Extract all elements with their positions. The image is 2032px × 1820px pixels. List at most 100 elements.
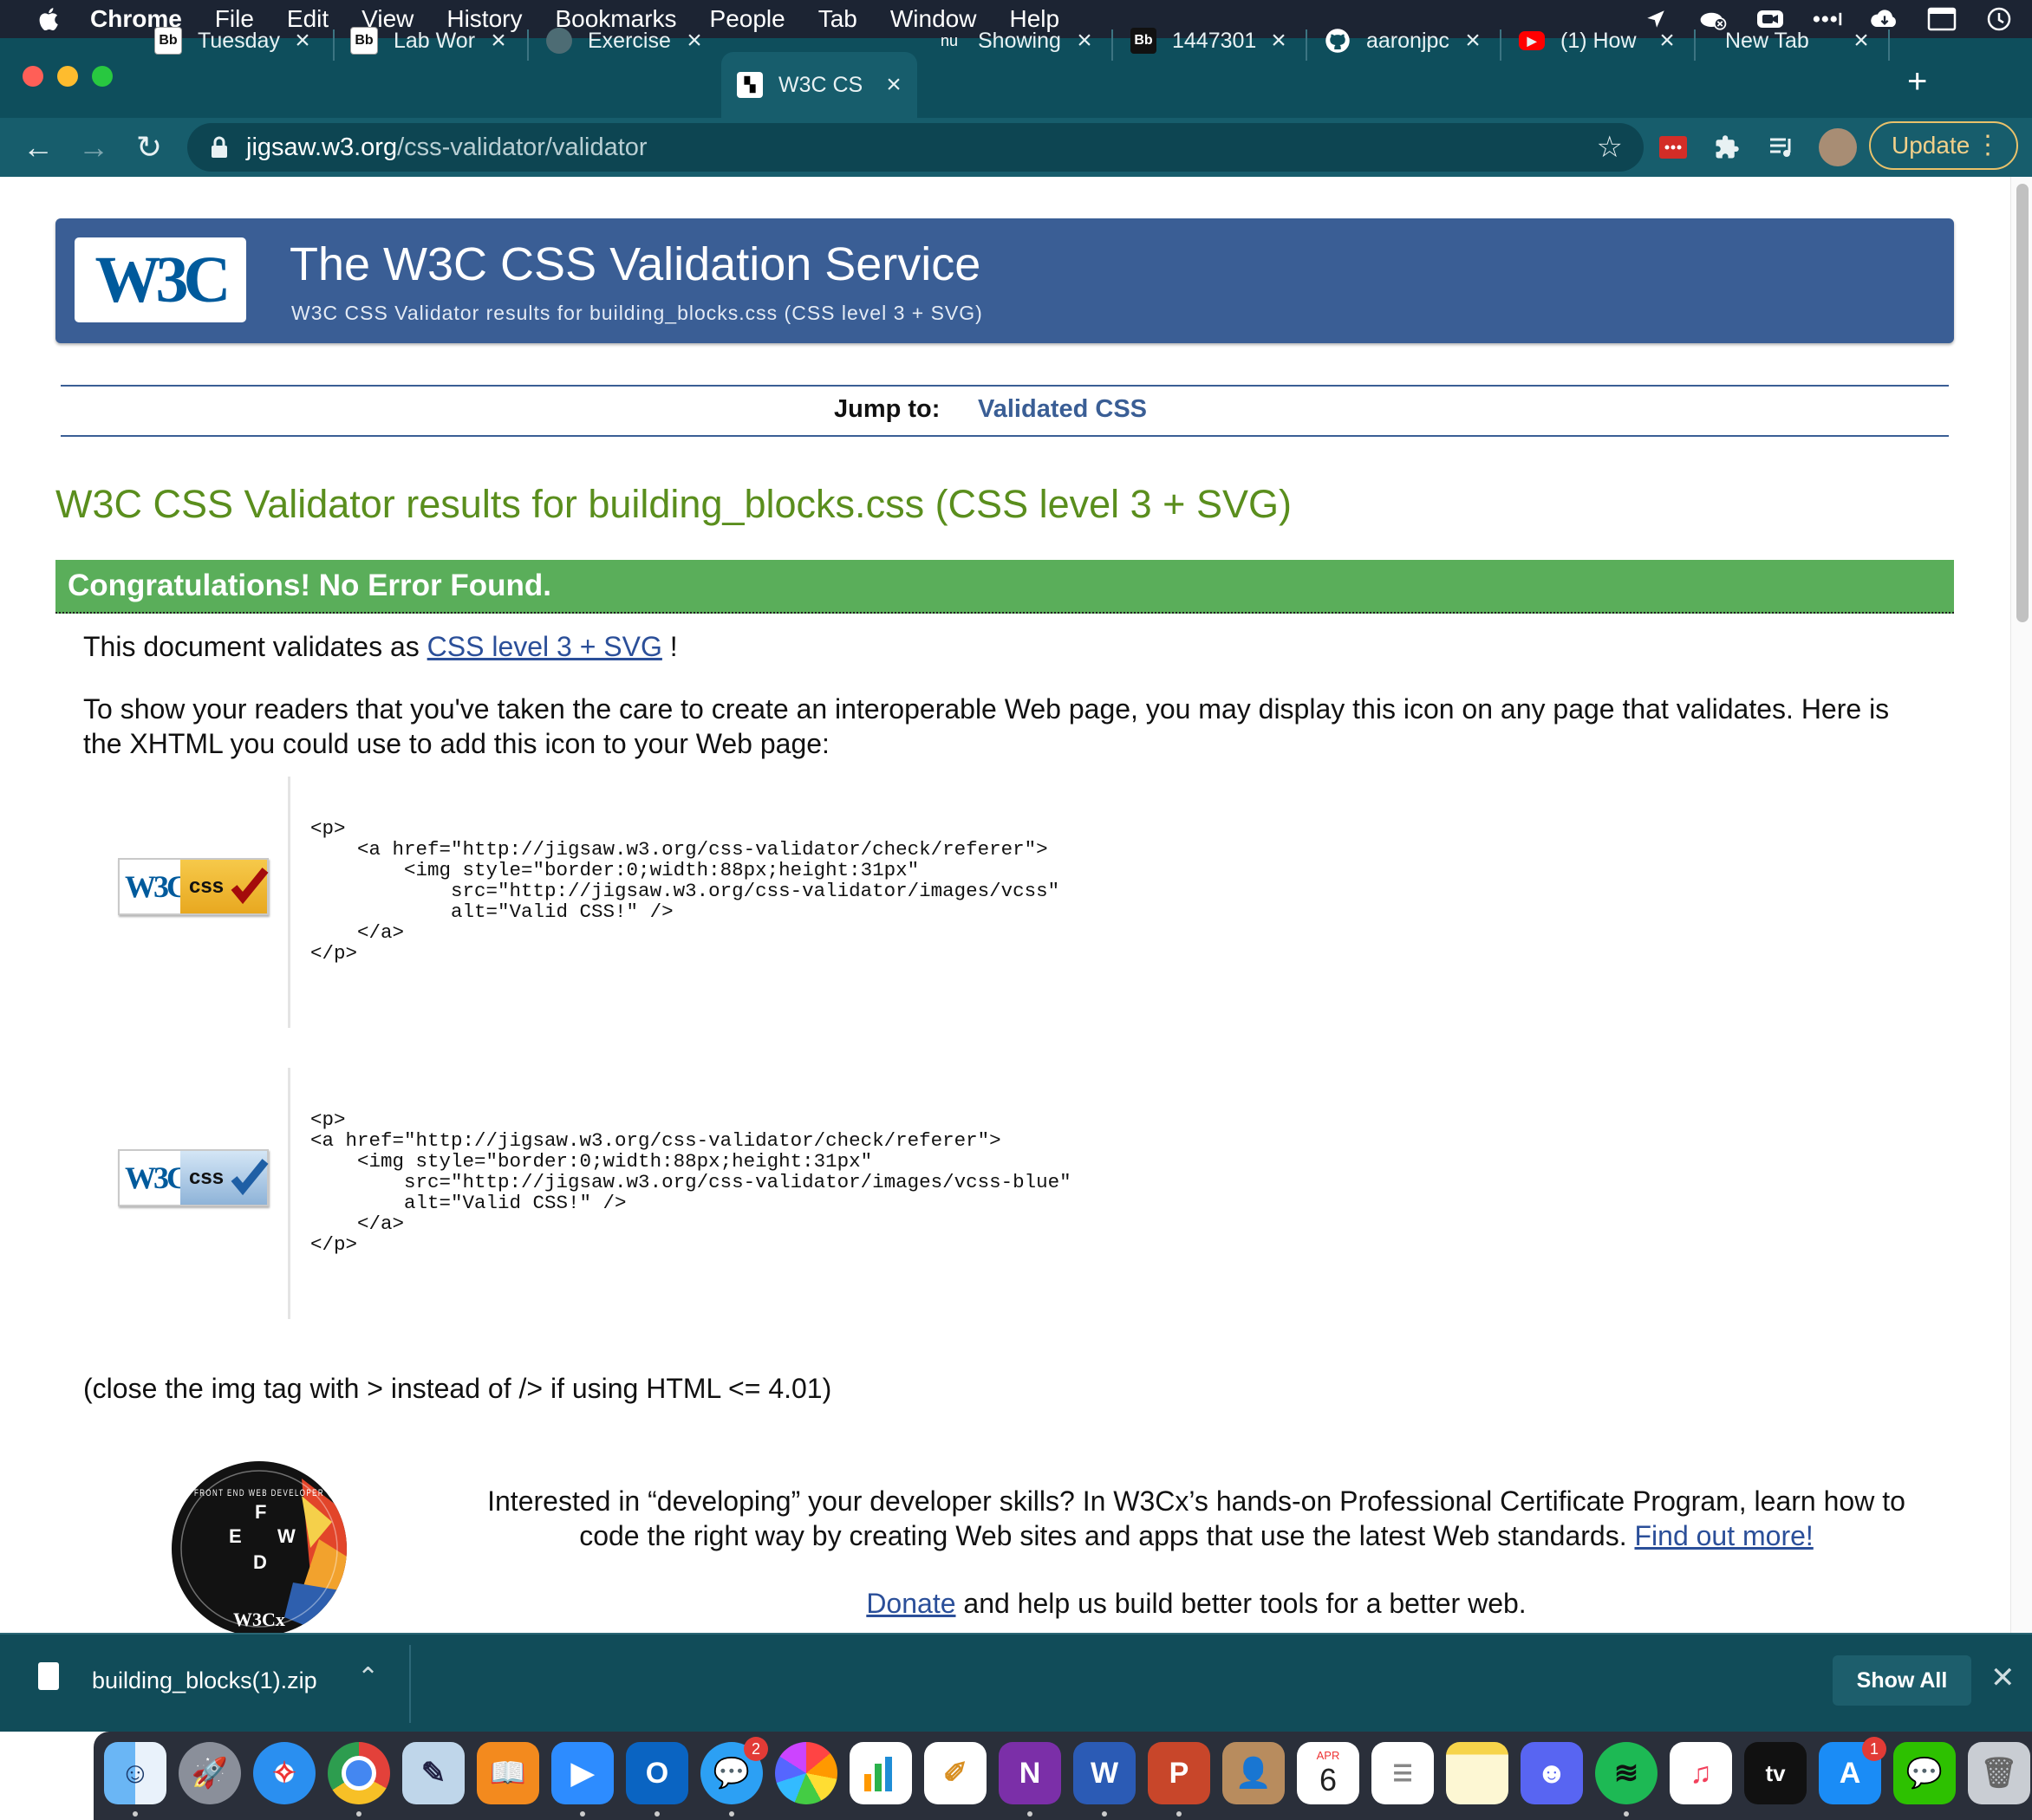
apple-icon[interactable] bbox=[35, 4, 64, 34]
validated-css-link[interactable]: Validated CSS bbox=[978, 395, 1147, 424]
update-button[interactable]: Update ⋮ bbox=[1869, 121, 2018, 170]
zoom-window-button[interactable] bbox=[92, 66, 113, 87]
bookmark-star-icon[interactable]: ☆ bbox=[1597, 130, 1623, 165]
badge-letter-d: D bbox=[253, 1551, 267, 1573]
powerpoint-icon[interactable]: P bbox=[1148, 1742, 1210, 1804]
profile-avatar[interactable] bbox=[1819, 128, 1857, 166]
zip-file-icon[interactable] bbox=[38, 1662, 59, 1690]
onenote-icon[interactable]: N bbox=[999, 1742, 1061, 1804]
chevron-up-icon[interactable]: ⌃ bbox=[357, 1662, 379, 1693]
tab-youtube[interactable]: ▶ (1) How × bbox=[1503, 14, 1690, 68]
success-message: Congratulations! No Error Found. bbox=[68, 569, 552, 602]
tab-separator bbox=[1111, 29, 1113, 61]
shelf-separator bbox=[409, 1645, 411, 1723]
apple-tv-icon[interactable]: tv bbox=[1744, 1742, 1807, 1804]
show-all-button[interactable]: Show All bbox=[1833, 1655, 1971, 1706]
extensions-puzzle-icon[interactable] bbox=[1710, 130, 1744, 165]
close-tab-icon[interactable]: × bbox=[1460, 26, 1486, 55]
find-out-more-link[interactable]: Find out more! bbox=[1634, 1520, 1813, 1551]
script-editor-icon[interactable]: ✐ bbox=[924, 1742, 987, 1804]
running-indicator bbox=[1027, 1811, 1032, 1817]
close-tab-icon[interactable]: × bbox=[881, 70, 907, 100]
address-bar[interactable]: jigsaw.w3.org/css-validator/validator ☆ bbox=[187, 123, 1644, 172]
close-tab-icon[interactable]: × bbox=[1848, 26, 1874, 55]
outlook-icon[interactable]: O bbox=[626, 1742, 688, 1804]
safari-icon[interactable]: ✧ bbox=[253, 1742, 316, 1804]
word-icon[interactable]: W bbox=[1073, 1742, 1136, 1804]
running-indicator bbox=[729, 1811, 734, 1817]
badge-blue-code-snippet[interactable]: <p> <a href="http://jigsaw.w3.org/css-va… bbox=[310, 1109, 1071, 1255]
css-level-link[interactable]: CSS level 3 + SVG bbox=[427, 631, 662, 662]
tab-exercise[interactable]: Exercise × bbox=[531, 14, 718, 68]
reminders-icon[interactable]: ☰ bbox=[1371, 1742, 1434, 1804]
tab-1447301[interactable]: Bb 1447301 × bbox=[1115, 14, 1302, 68]
new-tab-icon[interactable]: + bbox=[1907, 62, 1927, 101]
back-arrow-icon[interactable]: ← bbox=[19, 128, 57, 166]
books-icon[interactable]: 📖 bbox=[477, 1742, 539, 1804]
close-tab-icon[interactable]: × bbox=[1654, 26, 1680, 55]
chrome-icon[interactable] bbox=[328, 1742, 390, 1804]
discord-icon[interactable]: ☻ bbox=[1521, 1742, 1583, 1804]
scrollbar-thumb[interactable] bbox=[2016, 184, 2029, 622]
valid-css-badge: W3C css bbox=[118, 858, 269, 915]
wechat-icon[interactable]: 💬 bbox=[1893, 1742, 1956, 1804]
minimize-window-button[interactable] bbox=[57, 66, 78, 87]
tab-new-tab[interactable]: New Tab × bbox=[1697, 14, 1885, 68]
finder-icon[interactable]: ☺ bbox=[104, 1742, 166, 1804]
tab-label: Showing bbox=[978, 28, 1061, 53]
messages-icon[interactable]: 💬 2 bbox=[700, 1737, 768, 1804]
contacts-icon[interactable]: 👤 bbox=[1222, 1742, 1285, 1804]
reload-icon[interactable]: ↻ bbox=[130, 128, 168, 166]
badge-brand-text: W3Cx bbox=[233, 1609, 285, 1630]
url-text[interactable]: jigsaw.w3.org/css-validator/validator bbox=[246, 133, 648, 162]
lock-icon[interactable] bbox=[210, 136, 229, 159]
display-icon[interactable] bbox=[1926, 6, 1957, 32]
music-icon[interactable]: ♫ bbox=[1670, 1742, 1732, 1804]
scrollbar[interactable] bbox=[2010, 177, 2032, 1633]
lastpass-icon[interactable] bbox=[1656, 130, 1690, 165]
spotify-icon[interactable]: ≋ bbox=[1595, 1742, 1658, 1804]
close-tab-icon[interactable]: × bbox=[1071, 26, 1097, 55]
close-tab-icon[interactable]: × bbox=[1266, 26, 1292, 55]
photos-icon[interactable] bbox=[775, 1742, 837, 1804]
dock: ☺ 🚀 ✧ ✎ 📖 ▶ O 💬 2 ✐ N W P 👤 APR 6 ☰ ☻ ≋ ♫ … bbox=[94, 1732, 2032, 1820]
badge-letter-e: E bbox=[229, 1525, 242, 1547]
zoom-app-icon[interactable]: ▶ bbox=[551, 1742, 614, 1804]
notes-icon[interactable] bbox=[1446, 1742, 1508, 1804]
tab-showing[interactable]: nu Showing × bbox=[921, 14, 1108, 68]
preview-icon[interactable]: ✎ bbox=[402, 1742, 465, 1804]
launchpad-icon[interactable]: 🚀 bbox=[179, 1742, 241, 1804]
download-filename[interactable]: building_blocks(1).zip bbox=[92, 1667, 317, 1694]
tab-separator bbox=[1694, 29, 1696, 61]
globe-icon bbox=[546, 28, 572, 54]
media-queue-icon[interactable] bbox=[1765, 130, 1800, 165]
donate-link[interactable]: Donate bbox=[866, 1588, 955, 1619]
badge-ring-text: FRONT END WEB DEVELOPER bbox=[194, 1488, 324, 1498]
w3cx-developer-badge[interactable]: F E W D FRONT END WEB DEVELOPER W3Cx bbox=[172, 1461, 347, 1633]
running-indicator bbox=[356, 1811, 361, 1817]
w3c-logo[interactable]: W3C bbox=[75, 237, 246, 322]
numbers-icon[interactable] bbox=[850, 1742, 912, 1804]
icon-instructions: To show your readers that you've taken t… bbox=[83, 693, 1890, 759]
tab-lab-work[interactable]: Bb Lab Wor × bbox=[335, 14, 522, 68]
close-window-button[interactable] bbox=[23, 66, 43, 87]
menu-dots-icon[interactable]: ⋮ bbox=[1975, 130, 2001, 160]
tab-tuesday[interactable]: Bb Tuesday × bbox=[139, 14, 326, 68]
validates-suffix: ! bbox=[661, 631, 678, 662]
menu-tab[interactable]: Tab bbox=[818, 5, 857, 33]
close-tab-icon[interactable]: × bbox=[681, 26, 707, 55]
tab-label: Exercise bbox=[588, 28, 671, 53]
close-tab-icon[interactable]: × bbox=[290, 26, 316, 55]
menu-people[interactable]: People bbox=[710, 5, 785, 33]
badge-code-snippet[interactable]: <p> <a href="http://jigsaw.w3.org/css-va… bbox=[310, 818, 1059, 964]
close-tab-icon[interactable]: × bbox=[485, 26, 511, 55]
close-shelf-icon[interactable]: ✕ bbox=[1990, 1661, 2016, 1695]
time-machine-icon[interactable] bbox=[1983, 6, 2015, 32]
calendar-icon[interactable]: APR 6 bbox=[1297, 1742, 1359, 1804]
app-store-icon[interactable]: A1 bbox=[1819, 1737, 1886, 1804]
tab-github[interactable]: aaronjpc × bbox=[1309, 14, 1496, 68]
forward-arrow-icon[interactable]: → bbox=[75, 128, 113, 166]
results-heading: W3C CSS Validator results for building_b… bbox=[55, 482, 1292, 526]
trash-icon[interactable]: 🗑 bbox=[1968, 1742, 2030, 1804]
tab-w3c-css[interactable]: ▚ W3C CS × bbox=[721, 52, 917, 118]
